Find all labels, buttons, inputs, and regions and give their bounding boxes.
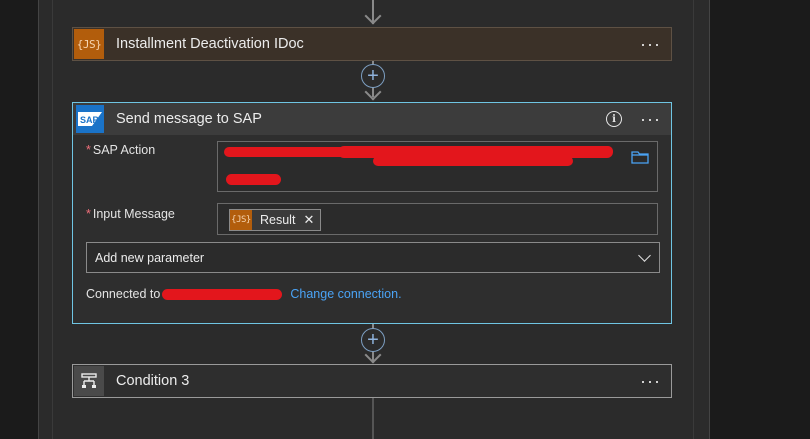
svg-text:SAP: SAP <box>80 115 99 125</box>
redacted-text <box>162 288 283 300</box>
step-condition[interactable]: Condition 3 ··· <box>72 364 672 398</box>
redacted-text <box>373 156 573 166</box>
step-title: Installment Deactivation IDoc <box>116 36 304 52</box>
connected-to-label: Connected to <box>86 287 161 301</box>
chevron-down-icon <box>638 248 651 262</box>
field-label: * SAP Action <box>86 143 156 157</box>
token-label: Result <box>260 213 296 227</box>
more-options-icon[interactable]: ··· <box>640 35 661 53</box>
folder-icon[interactable] <box>631 150 649 164</box>
condition-icon <box>74 366 104 396</box>
field-input-message: * Input Message {JS} Result ✕ <box>86 201 658 239</box>
connector-line <box>372 398 374 439</box>
step-idoc[interactable]: {JS} Installment Deactivation IDoc ··· <box>72 27 672 61</box>
step-body: * SAP Action * Input Message {JS} Result… <box>73 135 671 251</box>
step-header[interactable]: {JS} Installment Deactivation IDoc ··· <box>73 28 671 60</box>
field-label: * Input Message <box>86 207 175 221</box>
input-message-input[interactable]: {JS} Result ✕ <box>217 203 658 235</box>
more-options-icon[interactable]: ··· <box>640 110 661 128</box>
step-header[interactable]: SAP Send message to SAP i ··· <box>73 103 671 135</box>
redacted-text <box>226 174 281 185</box>
dropdown-label: Add new parameter <box>95 250 205 265</box>
redacted-text <box>224 147 354 157</box>
redacted-text <box>518 146 613 156</box>
step-send-message-sap[interactable]: SAP Send message to SAP i ··· * SAP Actio… <box>72 102 672 324</box>
token-result[interactable]: {JS} Result ✕ <box>229 209 322 231</box>
add-parameter-dropdown[interactable]: Add new parameter <box>86 242 660 273</box>
more-options-icon[interactable]: ··· <box>640 372 661 390</box>
remove-token-icon[interactable]: ✕ <box>303 212 314 228</box>
step-title: Condition 3 <box>116 373 190 389</box>
js-icon: {JS} <box>74 29 104 59</box>
field-sap-action: * SAP Action <box>86 141 658 201</box>
js-icon: {JS} <box>230 210 252 230</box>
step-header[interactable]: Condition 3 ··· <box>73 365 671 397</box>
step-title: Send message to SAP <box>116 111 262 127</box>
sap-logo: SAP <box>76 105 104 133</box>
change-connection-link[interactable]: Change connection. <box>290 287 401 301</box>
sap-action-input[interactable] <box>217 141 658 192</box>
connection-info: Connected to Change connection. <box>86 287 402 301</box>
info-icon[interactable]: i <box>606 111 623 127</box>
